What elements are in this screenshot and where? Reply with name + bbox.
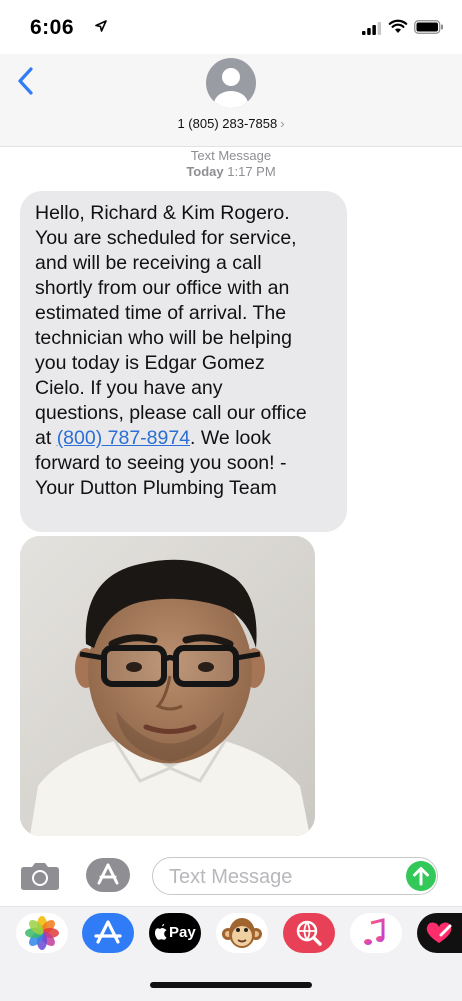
send-button[interactable] [406, 861, 436, 891]
message-line: questions, please call our office [35, 402, 307, 424]
camera-icon[interactable] [20, 861, 60, 891]
technician-portrait [20, 536, 315, 836]
apple-pay-app-button[interactable]: Pay [149, 913, 201, 953]
contact-number-button[interactable]: 1 (805) 283-7858 › [0, 116, 462, 131]
digital-touch-heart-icon [426, 922, 452, 943]
apple-pay-label: Pay [169, 924, 196, 941]
status-bar: 6:06 [0, 0, 462, 54]
text-message-input[interactable] [167, 864, 391, 890]
web-images-app-button[interactable] [283, 913, 335, 953]
phone-number-link[interactable]: (800) 787-8974 [57, 427, 190, 449]
up-arrow-icon [413, 867, 429, 886]
app-store-app-button[interactable] [82, 913, 134, 953]
app-store-icon [97, 863, 119, 885]
message-composer [0, 852, 462, 904]
message-line: Cielo. If you have any [35, 377, 223, 399]
message-line: estimated time of arrival. The [35, 302, 287, 324]
home-indicator[interactable] [150, 982, 312, 988]
contact-avatar[interactable] [206, 58, 256, 108]
animoji-app-button[interactable] [216, 913, 268, 953]
technician-photo-attachment[interactable] [20, 536, 315, 836]
message-line: at (800) 787-8974. We look [35, 426, 333, 451]
message-line: Your Dutton Plumbing Team [35, 477, 277, 499]
back-chevron-icon[interactable] [12, 66, 42, 96]
status-time: 6:06 [30, 16, 75, 39]
globe-search-icon [296, 920, 322, 946]
contact-number: 1 (805) 283-7858 [177, 116, 278, 131]
digital-touch-app-button[interactable] [417, 913, 462, 953]
message-line: shortly from our office with an [35, 277, 290, 299]
chevron-right-icon: › [280, 116, 285, 131]
message-line-prefix: at [35, 427, 57, 449]
message-line-suffix: . We look [190, 427, 271, 449]
app-store-icon [94, 920, 122, 944]
music-note-icon [364, 918, 385, 945]
text-message-field[interactable] [152, 857, 438, 895]
cellular-signal-icon [362, 22, 382, 35]
timestamp-day: Today [186, 164, 224, 179]
message-line: you today is Edgar Gomez [35, 352, 265, 374]
timestamp-datetime: Today 1:17 PM [0, 164, 462, 180]
message-timestamp: Text Message Today 1:17 PM [0, 148, 462, 180]
location-arrow-icon [95, 20, 107, 32]
message-line: and will be receiving a call [35, 252, 262, 274]
timestamp-label: Text Message [190, 148, 272, 163]
monkey-animoji-icon [222, 918, 262, 948]
conversation-header: 1 (805) 283-7858 › [0, 54, 462, 147]
message-line: You are scheduled for service, [35, 227, 297, 249]
music-app-button[interactable] [350, 913, 402, 953]
incoming-message-bubble[interactable]: Hello, Richard & Kim Rogero. You are sch… [20, 191, 347, 532]
photos-icon [25, 916, 59, 950]
timestamp-time: 1:17 PM [227, 164, 276, 179]
battery-icon [414, 20, 443, 34]
message-line: Hello, Richard & Kim Rogero. [35, 202, 290, 224]
message-line: forward to seeing you soon! - [35, 452, 287, 474]
app-store-drawer-button[interactable] [86, 858, 130, 892]
wifi-icon [388, 19, 408, 33]
message-line: technician who will be helping [35, 327, 292, 349]
photos-app-button[interactable] [16, 913, 68, 953]
